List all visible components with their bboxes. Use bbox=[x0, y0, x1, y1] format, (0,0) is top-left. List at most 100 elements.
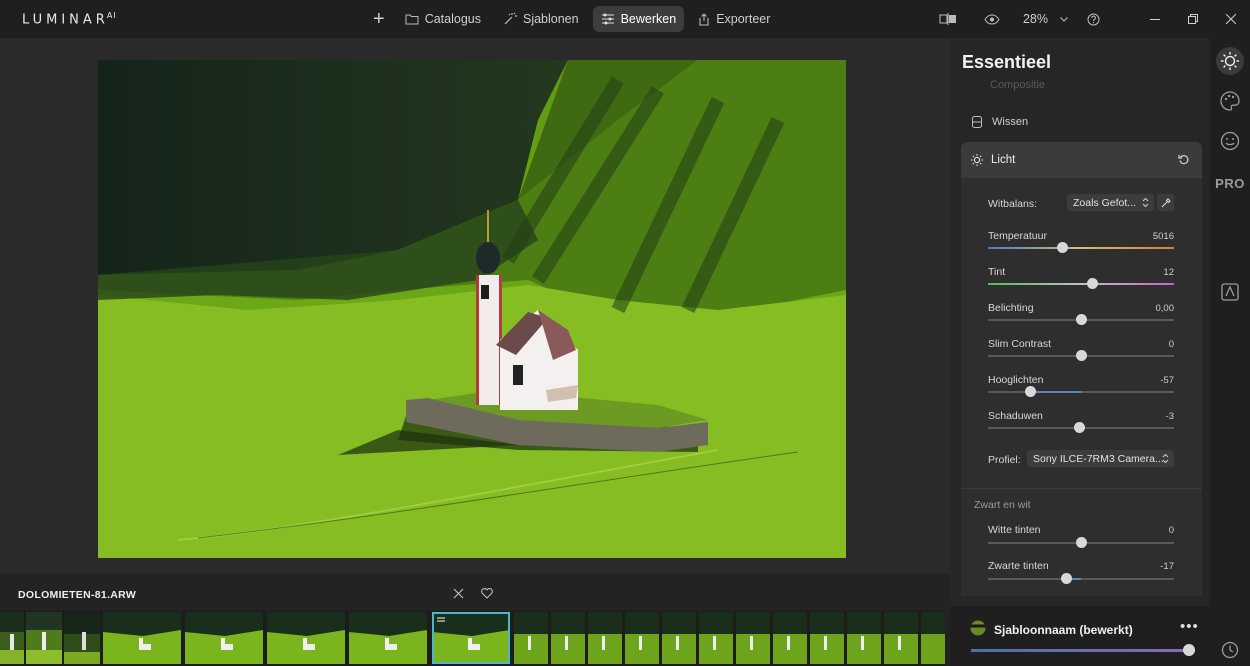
thumbnail[interactable] bbox=[699, 612, 733, 664]
tab-bewerken[interactable]: Bewerken bbox=[592, 6, 685, 32]
filmstrip bbox=[0, 611, 945, 666]
slider-handle[interactable] bbox=[1073, 422, 1085, 433]
essentials-tab[interactable] bbox=[1216, 47, 1244, 75]
template-strength-track[interactable] bbox=[971, 649, 1189, 652]
tool-licht-header[interactable]: Licht bbox=[961, 142, 1202, 178]
slider-handle[interactable] bbox=[1075, 314, 1087, 325]
tab-sjablonen[interactable]: Sjablonen bbox=[495, 6, 587, 32]
highlights-track[interactable] bbox=[988, 391, 1174, 393]
slider-handle[interactable] bbox=[1056, 242, 1068, 253]
template-name: Sjabloonnaam (bewerkt) bbox=[994, 623, 1133, 637]
portrait-tab[interactable] bbox=[1216, 127, 1244, 155]
slider-label: Slim Contrast bbox=[988, 338, 1052, 350]
temperature-track[interactable] bbox=[988, 247, 1174, 249]
minimize-button[interactable] bbox=[1136, 0, 1174, 38]
bw-section-title: Zwart en wit bbox=[974, 499, 1031, 511]
slider-value: -17 bbox=[1160, 561, 1174, 572]
thumbnail[interactable] bbox=[514, 612, 548, 664]
tab-exporteer[interactable]: Exporteer bbox=[690, 6, 778, 32]
pro-tab[interactable]: PRO bbox=[1215, 169, 1244, 197]
top-right-controls: 28% bbox=[933, 0, 1250, 38]
eyedropper-button[interactable] bbox=[1157, 194, 1174, 211]
photo-image bbox=[98, 60, 846, 558]
thumbnail[interactable] bbox=[810, 612, 844, 664]
thumbnail[interactable] bbox=[267, 612, 345, 664]
tab-catalogus-label: Catalogus bbox=[424, 12, 481, 26]
compare-button[interactable] bbox=[933, 0, 963, 38]
thumbnail[interactable] bbox=[884, 612, 918, 664]
slider-value: 5016 bbox=[1152, 231, 1174, 242]
eraser-icon bbox=[972, 116, 982, 128]
edit-panel: Essentieel Compositie Wissen Licht Witba… bbox=[950, 38, 1210, 666]
whitebalance-select[interactable]: Zoals Gefot... bbox=[1067, 194, 1154, 211]
slider-label: Hooglichten bbox=[988, 374, 1044, 386]
tool-licht-body: Witbalans: Zoals Gefot... Temperatuur 50… bbox=[961, 178, 1202, 596]
whitebalance-value: Zoals Gefot... bbox=[1073, 196, 1137, 209]
thumbnail[interactable] bbox=[662, 612, 696, 664]
slider-value: 0 bbox=[1168, 339, 1174, 350]
thumbnail[interactable] bbox=[773, 612, 807, 664]
sun-icon bbox=[971, 154, 983, 166]
magic-wand-icon bbox=[504, 12, 517, 25]
thumbnail[interactable] bbox=[26, 612, 62, 664]
reset-icon[interactable] bbox=[1178, 153, 1190, 165]
creative-tab[interactable] bbox=[1216, 87, 1244, 115]
restore-icon bbox=[1188, 14, 1198, 24]
template-menu-button[interactable]: ••• bbox=[1180, 618, 1199, 635]
slider-value: -3 bbox=[1165, 411, 1174, 422]
tool-wissen[interactable]: Wissen bbox=[962, 110, 1202, 134]
tool-licht-label: Licht bbox=[991, 154, 1016, 166]
slider-label: Witte tinten bbox=[988, 524, 1041, 536]
panel-title: Essentieel bbox=[962, 52, 1052, 72]
slider-value: 0,00 bbox=[1155, 303, 1175, 314]
close-icon bbox=[1226, 14, 1236, 24]
template-bar: Sjabloonnaam (bewerkt) ••• bbox=[950, 606, 1210, 666]
main-photo[interactable] bbox=[98, 60, 846, 558]
reject-button[interactable] bbox=[453, 586, 464, 604]
tab-catalogus[interactable]: Catalogus bbox=[397, 6, 489, 32]
clock-icon bbox=[1221, 641, 1239, 659]
slider-label: Zwarte tinten bbox=[988, 560, 1049, 572]
zoom-value: 28% bbox=[1022, 12, 1048, 26]
thumbnail[interactable] bbox=[551, 612, 585, 664]
blacks-track[interactable] bbox=[988, 578, 1174, 580]
thumbnail-selected[interactable] bbox=[432, 612, 510, 664]
export-icon bbox=[699, 12, 709, 26]
palette-icon bbox=[1220, 91, 1240, 111]
slider-handle[interactable] bbox=[1025, 386, 1037, 397]
thumbnail[interactable] bbox=[185, 612, 263, 664]
restore-button[interactable] bbox=[1174, 0, 1212, 38]
template-thumb-icon bbox=[970, 620, 986, 636]
thumbnail[interactable] bbox=[0, 612, 24, 664]
thumbnail[interactable] bbox=[64, 612, 100, 664]
tab-sjablonen-label: Sjablonen bbox=[522, 12, 579, 26]
slider-handle[interactable] bbox=[1086, 278, 1098, 289]
thumbnail[interactable] bbox=[921, 612, 945, 664]
profile-select[interactable]: Sony ILCE-7RM3 Camera... bbox=[1027, 450, 1174, 467]
thumbnail[interactable] bbox=[349, 612, 427, 664]
thumbnail[interactable] bbox=[103, 612, 181, 664]
favorite-button[interactable] bbox=[481, 586, 493, 604]
add-button[interactable]: + bbox=[365, 8, 393, 31]
slider-handle[interactable] bbox=[1075, 350, 1087, 361]
slider-handle[interactable] bbox=[1075, 537, 1087, 548]
thumbnail[interactable] bbox=[588, 612, 622, 664]
zoom-selector[interactable]: 28% bbox=[1023, 12, 1068, 26]
thumbnail[interactable] bbox=[625, 612, 659, 664]
tint-track[interactable] bbox=[988, 283, 1174, 285]
template-strength-handle[interactable] bbox=[1183, 644, 1195, 656]
help-button[interactable] bbox=[1078, 0, 1108, 38]
slider-value: 12 bbox=[1163, 267, 1174, 278]
close-button[interactable] bbox=[1212, 0, 1250, 38]
file-name: DOLOMIETEN-81.ARW bbox=[18, 589, 137, 601]
thumbnail[interactable] bbox=[736, 612, 770, 664]
slider-label: Schaduwen bbox=[988, 410, 1043, 422]
slider-value: -57 bbox=[1160, 375, 1174, 386]
thumbnail[interactable] bbox=[847, 612, 881, 664]
slider-handle[interactable] bbox=[1060, 573, 1072, 584]
history-button[interactable] bbox=[1216, 636, 1244, 664]
tab-bewerken-label: Bewerken bbox=[620, 12, 677, 26]
canvas-tab[interactable] bbox=[1216, 278, 1244, 306]
eyedropper-icon bbox=[1161, 197, 1171, 207]
preview-button[interactable] bbox=[977, 0, 1007, 38]
